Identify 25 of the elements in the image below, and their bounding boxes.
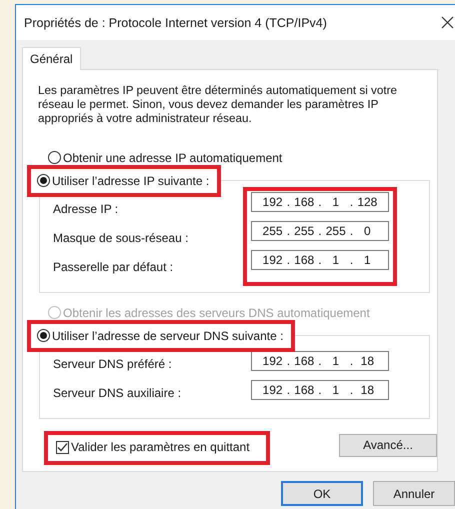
field-label: Adresse IP : bbox=[53, 201, 120, 218]
checkbox[interactable] bbox=[56, 440, 69, 454]
field-label: Passerelle par défaut : bbox=[53, 259, 174, 276]
close-icon[interactable] bbox=[441, 16, 454, 29]
ip-address-field[interactable]: 255 . 255 . 255 . 0 bbox=[251, 221, 389, 241]
advanced-button[interactable]: Avancé... bbox=[339, 434, 437, 456]
ok-button[interactable]: OK bbox=[281, 481, 363, 506]
radio-button[interactable] bbox=[37, 329, 50, 342]
ip-address-field[interactable]: 192 . 168 . 1 . 1 bbox=[251, 250, 389, 270]
radio-option[interactable]: Utiliser l’adresse IP suivante : bbox=[37, 174, 210, 188]
ip-address-field[interactable]: 192 . 168 . 1 . 18 bbox=[251, 351, 389, 371]
ip-address-field[interactable]: 192 . 168 . 1 . 128 bbox=[251, 192, 389, 212]
validate-checkbox-option[interactable]: Valider les paramètres en quittant bbox=[56, 440, 250, 454]
cancel-button[interactable]: Annuler bbox=[373, 481, 455, 506]
radio-option[interactable]: Obtenir une adresse IP automatiquement bbox=[48, 150, 282, 164]
description-text: Les paramètres IP peuvent être déterminés automatiquement si votre réseau le permet. Sinon, vous devez demander les paramètres IP appropriés à votre administrateur réseau. bbox=[38, 84, 398, 126]
field-label: Serveur DNS auxiliaire : bbox=[53, 385, 182, 402]
ip-address-field[interactable]: 192 . 168 . 1 . 18 bbox=[251, 380, 389, 400]
radio-button[interactable] bbox=[48, 151, 61, 164]
field-label: Masque de sous-réseau : bbox=[53, 230, 188, 247]
tab[interactable]: Général bbox=[22, 47, 81, 70]
radio-button[interactable] bbox=[37, 174, 50, 187]
radio-option[interactable]: Utiliser l’adresse de serveur DNS suivante : bbox=[37, 328, 284, 342]
field-label: Serveur DNS préféré : bbox=[53, 356, 173, 373]
window-title: Propriétés de : Protocole Internet version 4 (TCP/IPv4) bbox=[24, 16, 327, 30]
